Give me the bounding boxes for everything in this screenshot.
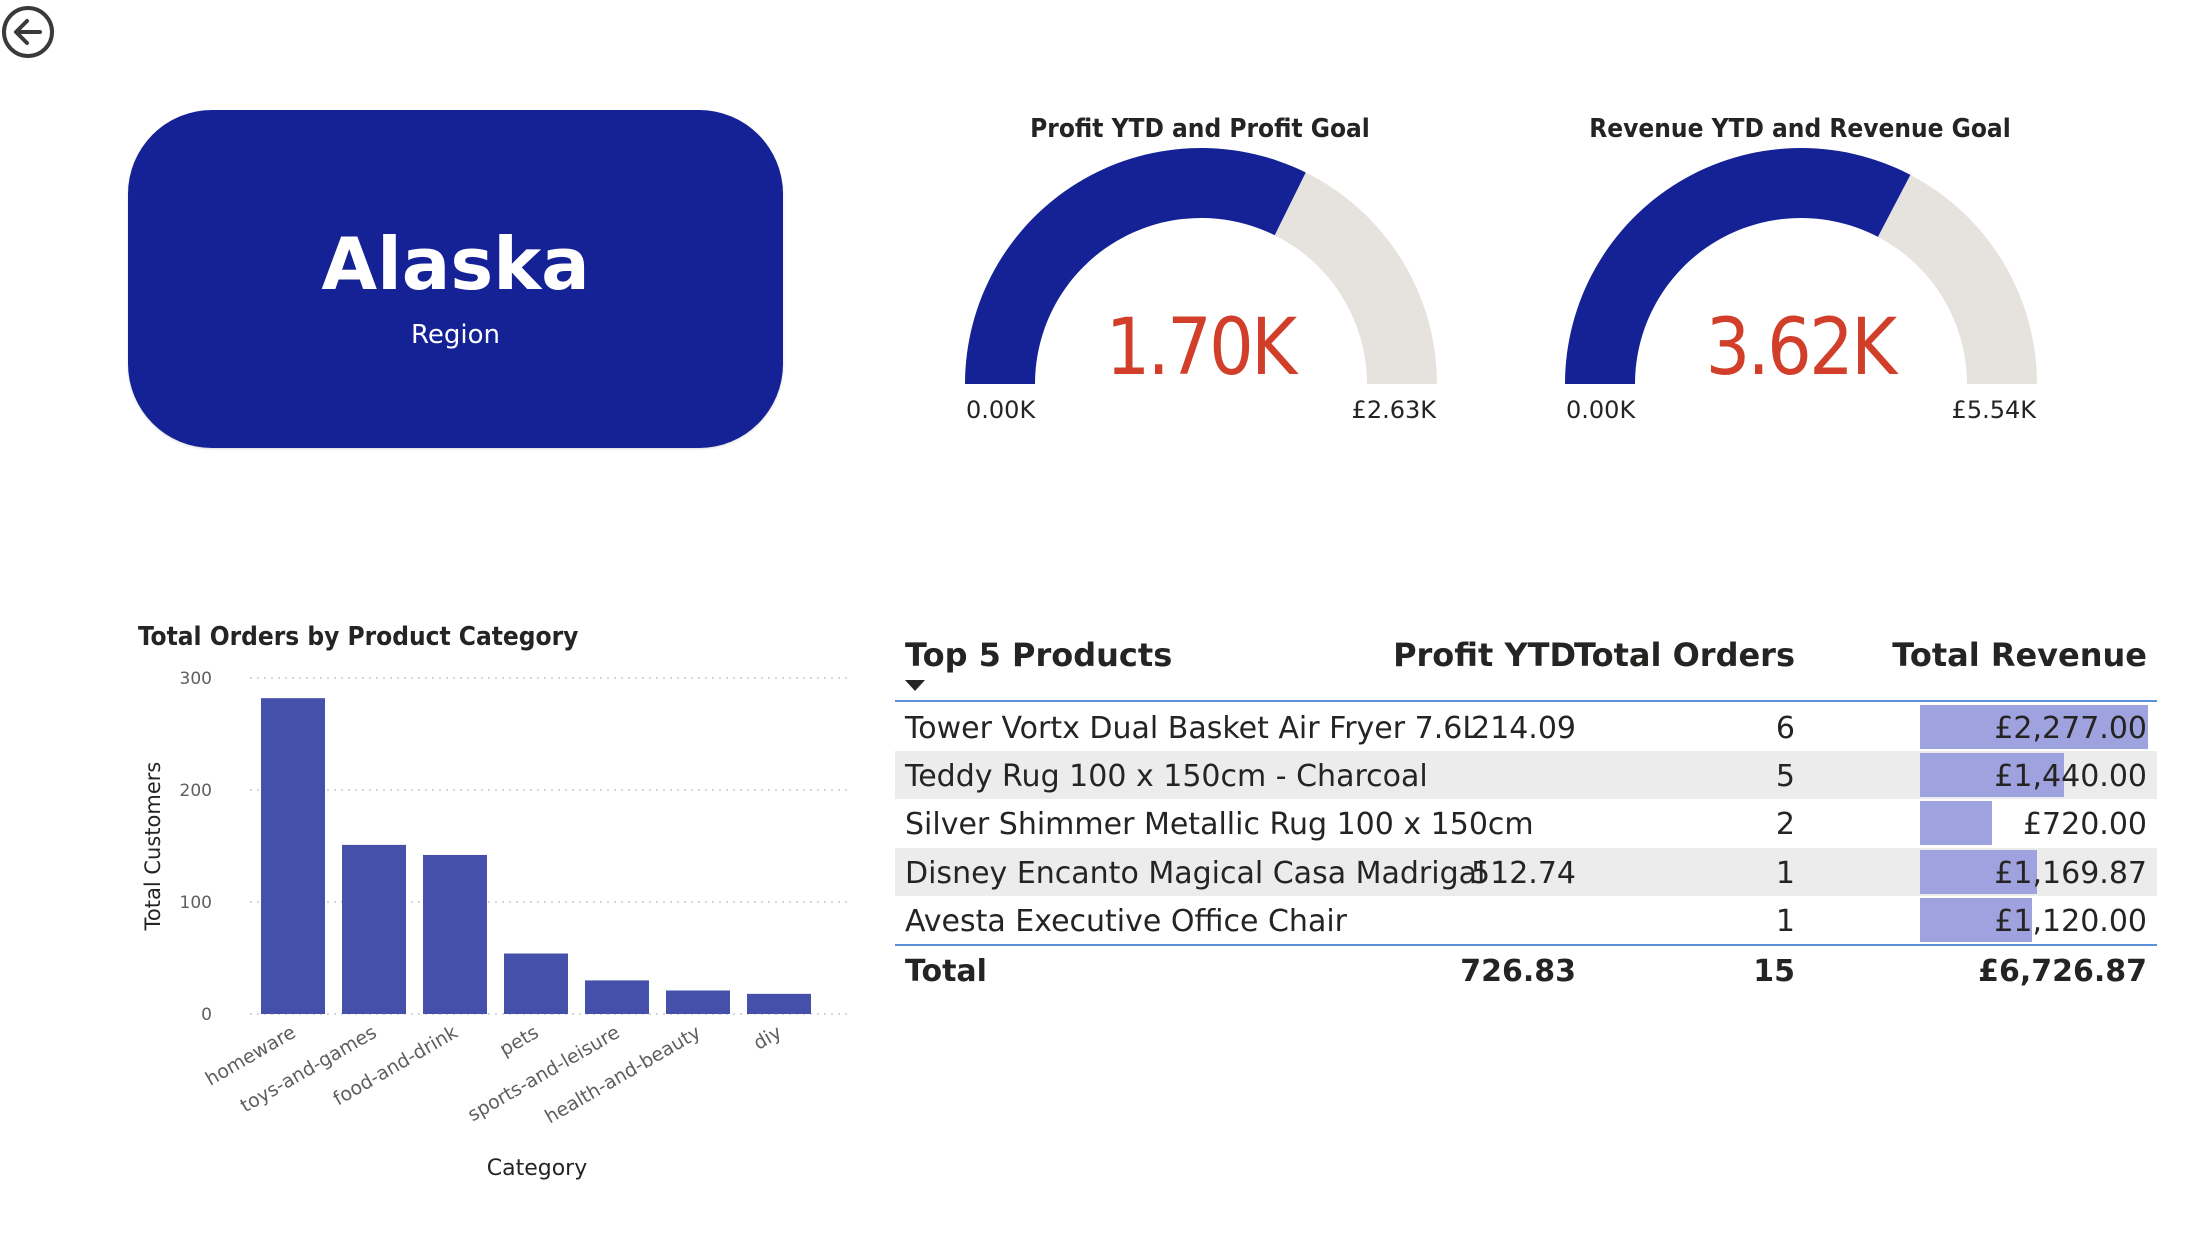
bar	[585, 980, 649, 1014]
gauge-max-label: £2.63K	[1351, 396, 1436, 424]
orders-cell: 5	[1775, 759, 1795, 794]
x-tick-label: pets	[496, 1021, 543, 1061]
sort-desc-icon[interactable]	[905, 680, 925, 691]
bar	[342, 844, 406, 1014]
header-orders[interactable]: Total Orders	[1574, 636, 1795, 674]
revenue-cell: £720.00	[2022, 807, 2147, 842]
bar	[504, 953, 568, 1014]
gauge-value: 1.70K	[1105, 303, 1298, 393]
profit-cell: 512.74	[1471, 856, 1576, 891]
region-card[interactable]: Alaska Region	[128, 110, 783, 448]
x-tick-label: diy	[750, 1021, 786, 1054]
x-tick-label: toys-and-games	[237, 1021, 381, 1117]
y-tick-label: 0	[201, 1005, 212, 1025]
bar-chart-svg: 0100200300homewaretoys-and-gamesfood-and…	[141, 669, 850, 1181]
header-divider	[895, 700, 2157, 702]
revenue-cell: £2,277.00	[1994, 711, 2147, 746]
y-tick-label: 100	[180, 893, 212, 913]
revenue-bar	[1920, 801, 1993, 845]
table-row[interactable]: Silver Shimmer Metallic Rug 100 x 150cm …	[895, 799, 2157, 847]
x-tick-label: health-and-beauty	[541, 1021, 704, 1128]
table-row[interactable]: Avesta Executive Office Chair 1 £1,120.0…	[895, 896, 2157, 944]
revenue-gauge[interactable]: Revenue YTD and Revenue Goal 3.62K 0.00K…	[1520, 108, 2080, 448]
bar	[423, 854, 487, 1014]
region-label: Region	[410, 320, 500, 350]
back-arrow-icon	[2, 6, 54, 58]
total-profit: 726.83	[1460, 954, 1576, 989]
table-row[interactable]: Disney Encanto Magical Casa Madrigal 512…	[895, 848, 2157, 896]
gauge-value: 3.62K	[1705, 303, 1898, 393]
profit-gauge[interactable]: Profit YTD and Profit Goal 1.70K 0.00K £…	[920, 108, 1480, 448]
revenue-cell: £1,120.00	[1994, 904, 2147, 939]
orders-by-category-chart[interactable]: Total Orders by Product Category 0 100 200…	[130, 620, 860, 1200]
gauge-min-label: 0.00K	[1566, 396, 1636, 424]
y-tick-label: 300	[180, 669, 212, 689]
x-axis-label: Category	[487, 1156, 588, 1181]
bar	[261, 698, 325, 1014]
orders-cell: 2	[1775, 807, 1795, 842]
y-axis-label: Total Customers	[141, 762, 165, 932]
header-profit[interactable]: Profit YTD	[1393, 636, 1576, 674]
bar	[666, 990, 730, 1014]
revenue-cell: £1,169.87	[1994, 856, 2147, 891]
table-row[interactable]: Teddy Rug 100 x 150cm - Charcoal 5 £1,44…	[895, 751, 2157, 799]
product-cell: Tower Vortx Dual Basket Air Fryer 7.6L	[905, 711, 1480, 746]
gauge-min-label: 0.00K	[966, 396, 1036, 424]
orders-cell: 6	[1775, 711, 1795, 746]
revenue-cell: £1,440.00	[1994, 759, 2147, 794]
back-button[interactable]	[0, 2, 58, 60]
profit-cell: 214.09	[1471, 711, 1576, 746]
product-cell: Avesta Executive Office Chair	[905, 904, 1348, 939]
top-products-table[interactable]: Top 5 Products Profit YTD Total Orders T…	[895, 628, 2157, 989]
total-label: Total	[905, 954, 987, 989]
orders-cell: 1	[1775, 904, 1795, 939]
chart-title: Total Orders by Product Category	[138, 622, 579, 652]
bar	[747, 993, 811, 1014]
product-cell: Silver Shimmer Metallic Rug 100 x 150cm	[905, 807, 1534, 842]
y-tick-label: 200	[180, 781, 212, 801]
table-total-row: Total 726.83 15 £6,726.87	[895, 946, 2157, 994]
total-orders: 15	[1753, 954, 1795, 989]
total-revenue: £6,726.87	[1978, 954, 2147, 989]
orders-cell: 1	[1775, 856, 1795, 891]
header-revenue[interactable]: Total Revenue	[1892, 636, 2147, 674]
product-cell: Teddy Rug 100 x 150cm - Charcoal	[905, 759, 1428, 794]
header-product[interactable]: Top 5 Products	[905, 636, 1172, 674]
table-row[interactable]: Tower Vortx Dual Basket Air Fryer 7.6L 2…	[895, 703, 2157, 751]
product-cell: Disney Encanto Magical Casa Madrigal	[905, 856, 1486, 891]
region-name: Alaska	[321, 222, 590, 306]
table-header: Top 5 Products Profit YTD Total Orders T…	[895, 628, 2157, 700]
gauge-max-label: £5.54K	[1951, 396, 2036, 424]
